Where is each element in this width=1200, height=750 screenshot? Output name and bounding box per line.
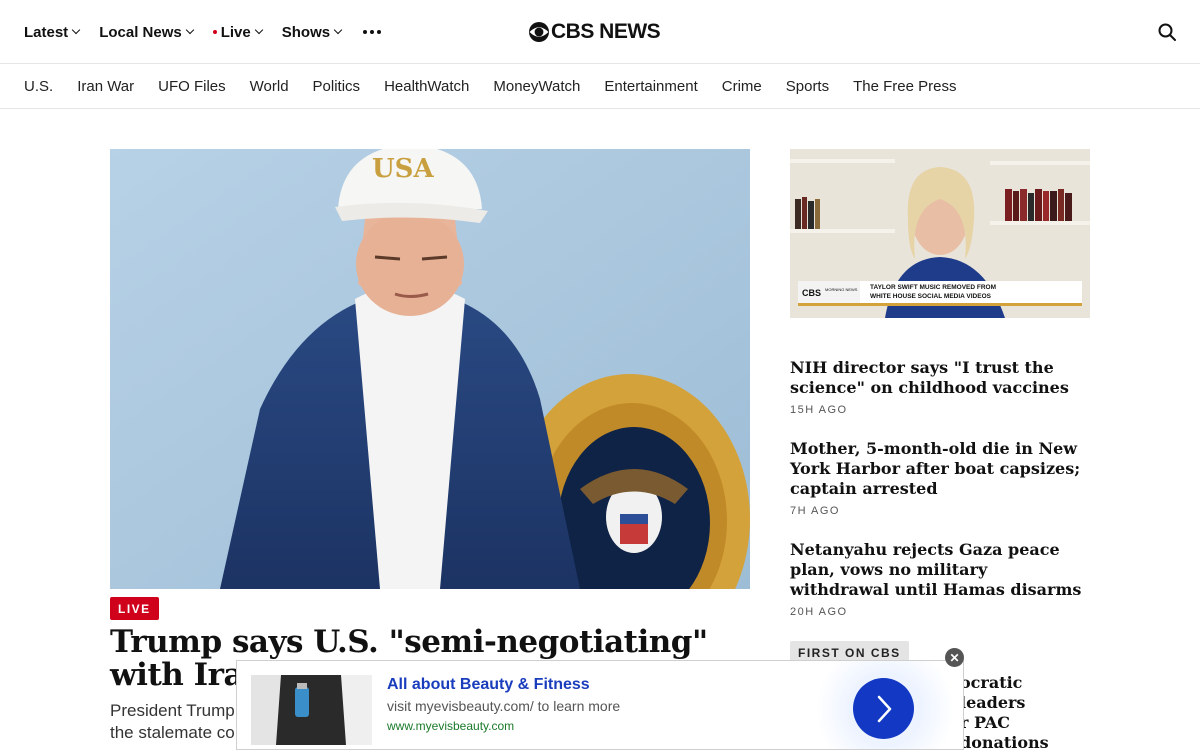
section-nav: U.S. Iran War UFO Files World Politics H… — [0, 64, 1200, 109]
nav-local-news-label: Local News — [99, 23, 182, 41]
nav-live-label: Live — [220, 23, 251, 41]
ad-banner[interactable]: All about Beauty & Fitness visit myevisb… — [236, 660, 964, 750]
hat-text: USA — [372, 154, 434, 184]
section-iran-war[interactable]: Iran War — [77, 78, 134, 95]
nav-local-news[interactable]: Local News — [99, 23, 194, 41]
ad-headline[interactable]: All about Beauty & Fitness — [387, 676, 590, 694]
video-lower-third-line-2: WHITE HOUSE SOCIAL MEDIA VIDEOS — [870, 293, 992, 300]
story-timestamp: 7H AGO — [790, 505, 840, 517]
chevron-down-icon — [71, 25, 81, 35]
section-healthwatch[interactable]: HealthWatch — [384, 78, 469, 95]
search-icon[interactable] — [1157, 22, 1177, 42]
story-item[interactable]: Mother, 5-month-old die in New York Harb… — [790, 439, 1090, 517]
video-thumbnail[interactable]: CBS MORNING NEWS TAYLOR SWIFT MUSIC REMO… — [790, 149, 1090, 318]
cbs-eye-icon — [529, 22, 549, 42]
chevron-down-icon — [333, 25, 343, 35]
nav-live[interactable]: Live — [212, 23, 263, 41]
section-politics[interactable]: Politics — [313, 78, 361, 95]
video-still: CBS MORNING NEWS TAYLOR SWIFT MUSIC REMO… — [790, 149, 1090, 318]
top-bar: Latest Local News Live Shows CBS NEWS — [0, 0, 1200, 64]
nav-shows[interactable]: Shows — [281, 23, 343, 41]
ad-cta-button[interactable] — [853, 678, 914, 739]
section-entertainment[interactable]: Entertainment — [604, 78, 697, 95]
live-dot-icon — [212, 30, 217, 34]
section-sports[interactable]: Sports — [786, 78, 829, 95]
video-lower-third-line-1: TAYLOR SWIFT MUSIC REMOVED FROM — [870, 284, 996, 291]
primary-nav: Latest Local News Live Shows — [24, 0, 383, 64]
story-timestamp: 15H AGO — [790, 404, 848, 416]
more-dots-icon[interactable] — [361, 30, 383, 34]
hero-photo-illustration: USA — [110, 149, 750, 589]
nav-latest-label: Latest — [24, 23, 69, 41]
video-bug-cbs: CBS — [802, 288, 821, 298]
story-title[interactable]: Netanyahu rejects Gaza peace plan, vows … — [790, 540, 1090, 600]
chevron-down-icon — [185, 25, 194, 35]
story-title[interactable]: Mother, 5-month-old die in New York Harb… — [790, 439, 1090, 499]
section-the-free-press[interactable]: The Free Press — [853, 78, 956, 95]
video-bug-show: MORNING NEWS — [825, 287, 858, 292]
section-world[interactable]: World — [250, 78, 289, 95]
nav-latest[interactable]: Latest — [24, 23, 81, 41]
nav-shows-label: Shows — [281, 23, 331, 41]
hero-image[interactable]: USA — [110, 149, 750, 589]
story-item[interactable]: NIH director says "I trust the science" … — [790, 358, 1090, 416]
chevron-down-icon — [254, 25, 263, 35]
cbs-news-logo[interactable]: CBS NEWS — [528, 19, 661, 45]
section-ufo-files[interactable]: UFO Files — [158, 78, 226, 95]
ad-product-photo — [251, 675, 372, 745]
ad-image[interactable] — [251, 675, 372, 745]
story-title[interactable]: NIH director says "I trust the science" … — [790, 358, 1090, 398]
live-badge: LIVE — [110, 597, 159, 620]
story-timestamp: 20H AGO — [790, 606, 848, 618]
section-crime[interactable]: Crime — [722, 78, 762, 95]
chevron-right-icon — [877, 695, 891, 722]
logo-text: CBS NEWS — [551, 20, 661, 43]
ad-description: visit myevisbeauty.com/ to learn more — [387, 698, 621, 714]
story-item[interactable]: Netanyahu rejects Gaza peace plan, vows … — [790, 540, 1090, 618]
ad-url[interactable]: www.myevisbeauty.com — [387, 719, 514, 733]
section-us[interactable]: U.S. — [24, 78, 53, 95]
ad-close-button[interactable]: ✕ — [945, 648, 964, 667]
section-moneywatch[interactable]: MoneyWatch — [493, 78, 580, 95]
